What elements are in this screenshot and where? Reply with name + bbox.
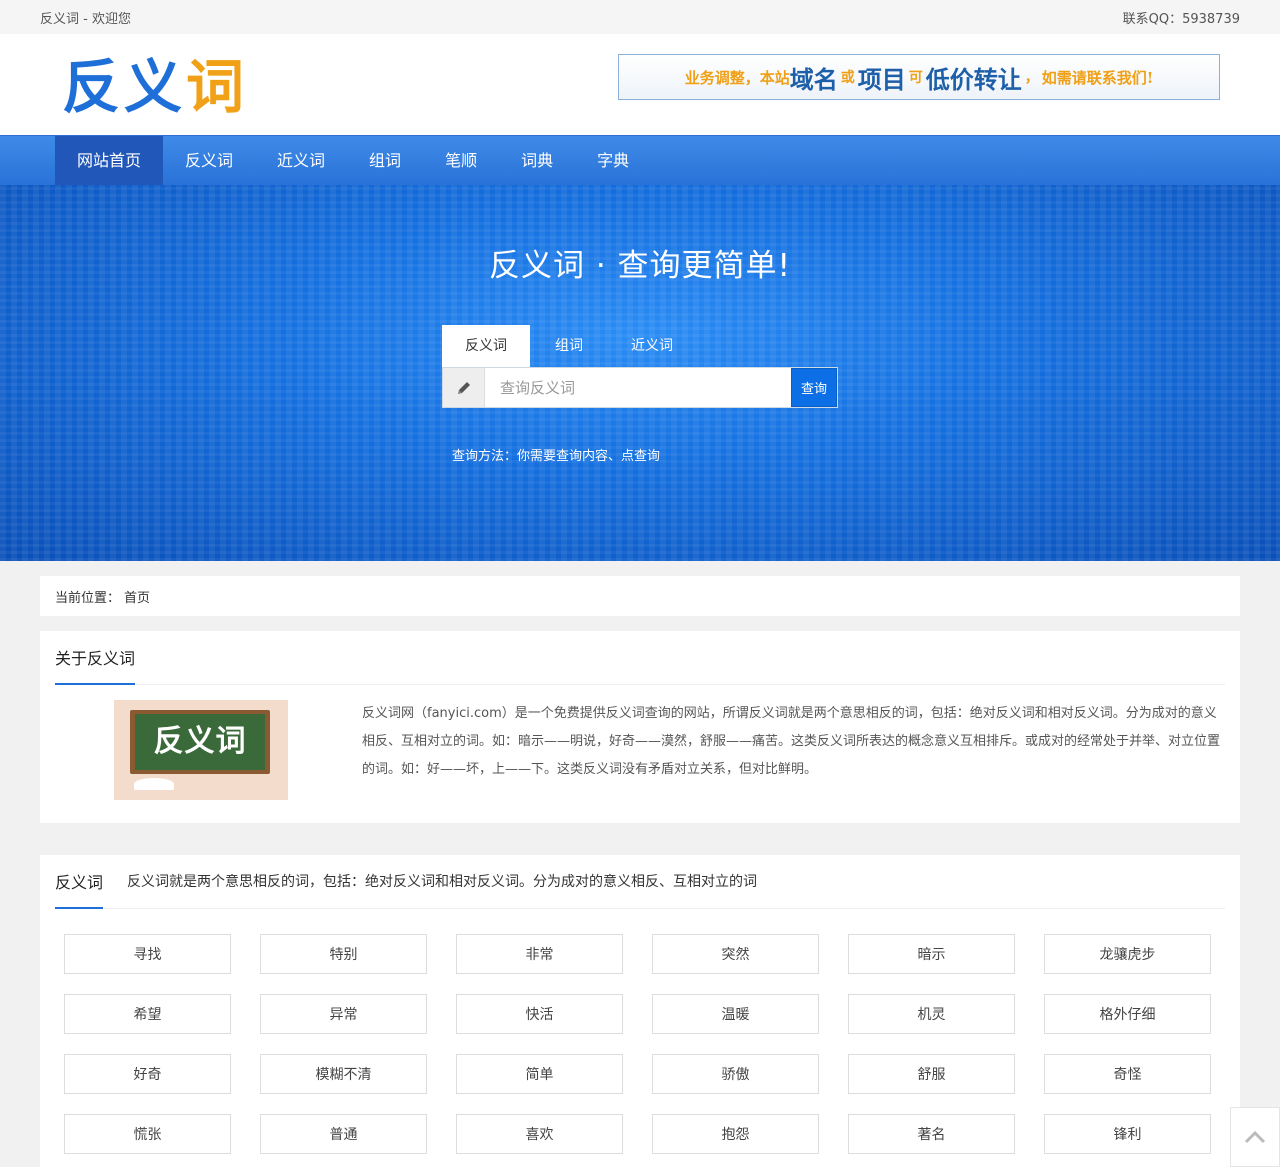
domain-sale-banner[interactable]: 业务调整，本站 域名 或 项目 可 低价转让 ， 如需请联系我们! <box>618 54 1220 100</box>
hero-search-section: 反义词 · 查询更简单! 反义词 组词 近义词 查询 查询方法：你需要查询内容、… <box>0 185 1280 561</box>
banner-seg-7: 如需请联系我们! <box>1041 68 1154 87</box>
nav-dictionary[interactable]: 词典 <box>499 136 575 186</box>
tab-antonyms[interactable]: 反义词 <box>442 325 530 367</box>
banner-seg-6: ， <box>1024 70 1039 86</box>
word-chip[interactable]: 奇怪 <box>1044 1054 1211 1094</box>
top-bar: 反义词 - 欢迎您 联系QQ：5938739 <box>0 0 1280 34</box>
search-input[interactable] <box>485 368 791 407</box>
word-chip[interactable]: 机灵 <box>848 994 1015 1034</box>
search-button[interactable]: 查询 <box>791 368 837 407</box>
chalkboard-text: 反义词 <box>135 714 265 770</box>
nav-home[interactable]: 网站首页 <box>55 136 164 186</box>
nav-character-dictionary[interactable]: 字典 <box>575 136 651 186</box>
about-title: 关于反义词 <box>55 645 136 685</box>
breadcrumb-home-link[interactable]: 首页 <box>124 587 150 606</box>
word-chip[interactable]: 骄傲 <box>652 1054 819 1094</box>
word-chip[interactable]: 著名 <box>848 1114 1015 1154</box>
word-chip[interactable]: 龙骧虎步 <box>1044 934 1211 974</box>
banner-seg-3: 项目 <box>857 64 906 94</box>
word-chip[interactable]: 格外仔细 <box>1044 994 1211 1034</box>
word-chip[interactable]: 寻找 <box>64 934 231 974</box>
word-chip[interactable]: 暗示 <box>848 934 1015 974</box>
word-chip[interactable]: 简单 <box>456 1054 623 1094</box>
banner-seg-5: 低价转让 <box>925 64 1022 94</box>
word-chip[interactable]: 普通 <box>260 1114 427 1154</box>
banner-seg-1: 域名 <box>789 64 838 94</box>
nav-antonyms[interactable]: 反义词 <box>163 136 255 186</box>
nav-word-groups[interactable]: 组词 <box>347 136 423 186</box>
banner-seg-4: 可 <box>908 70 923 86</box>
word-chip[interactable]: 锋利 <box>1044 1114 1211 1154</box>
header: 反义词 业务调整，本站 域名 或 项目 可 低价转让 ， 如需请联系我们! <box>0 34 1280 135</box>
logo-part-blue: 反义 <box>62 53 187 121</box>
words-header: 反义词 反义词就是两个意思相反的词，包括：绝对反义词和相对反义词。分为成对的意义… <box>55 869 1225 909</box>
word-chip[interactable]: 舒服 <box>848 1054 1015 1094</box>
about-section: 关于反义词 反义词 反义词网（fanyici.com）是一个免费提供反义词查询的… <box>40 631 1240 823</box>
word-chip[interactable]: 喜欢 <box>456 1114 623 1154</box>
word-chip[interactable]: 非常 <box>456 934 623 974</box>
pencil-icon <box>443 368 485 407</box>
tab-synonyms[interactable]: 近义词 <box>608 325 696 367</box>
about-description: 反义词网（fanyici.com）是一个免费提供反义词查询的网站，所谓反义词就是… <box>362 706 1221 777</box>
word-chip[interactable]: 希望 <box>64 994 231 1034</box>
welcome-text: 反义词 - 欢迎您 <box>40 11 131 27</box>
back-to-top-button[interactable] <box>1230 1107 1280 1167</box>
nav-synonyms[interactable]: 近义词 <box>255 136 347 186</box>
word-chip[interactable]: 快活 <box>456 994 623 1034</box>
banner-seg-2: 或 <box>840 70 855 86</box>
hero-title: 反义词 · 查询更简单! <box>489 248 791 284</box>
banner-seg-0: 业务调整，本站 <box>684 68 790 87</box>
contact-qq: 联系QQ：5938739 <box>1122 11 1240 27</box>
words-title[interactable]: 反义词 <box>55 869 104 909</box>
site-logo[interactable]: 反义词 <box>62 52 248 122</box>
word-chip[interactable]: 温暖 <box>652 994 819 1034</box>
tab-word-groups[interactable]: 组词 <box>530 325 608 367</box>
word-chip[interactable]: 异常 <box>260 994 427 1034</box>
main-nav: 网站首页 反义词 近义词 组词 笔顺 词典 字典 <box>0 135 1280 186</box>
search-hint: 查询方法：你需要查询内容、点查询 <box>452 449 661 464</box>
search-tabs: 反义词 组词 近义词 <box>442 325 696 367</box>
search-bar: 查询 <box>442 367 838 408</box>
words-description: 反义词就是两个意思相反的词，包括：绝对反义词和相对反义词。分为成对的意义相反、互… <box>127 874 757 890</box>
word-grid: 寻找 特别 非常 突然 暗示 龙骧虎步 希望 异常 快活 温暖 机灵 格外仔细 … <box>64 934 1211 1154</box>
breadcrumb-label: 当前位置： <box>55 590 121 606</box>
about-header: 关于反义词 <box>55 645 1225 685</box>
word-chip[interactable]: 抱怨 <box>652 1114 819 1154</box>
word-chip[interactable]: 慌张 <box>64 1114 231 1154</box>
word-chip[interactable]: 好奇 <box>64 1054 231 1094</box>
nav-stroke-order[interactable]: 笔顺 <box>423 136 499 186</box>
word-chip[interactable]: 突然 <box>652 934 819 974</box>
book-icon <box>134 778 174 790</box>
word-chip[interactable]: 模糊不清 <box>260 1054 427 1094</box>
chevron-up-icon <box>1244 1130 1266 1144</box>
logo-part-orange: 词 <box>186 53 249 121</box>
breadcrumb: 当前位置： 首页 <box>40 576 1240 616</box>
antonym-list-section: 反义词 反义词就是两个意思相反的词，包括：绝对反义词和相对反义词。分为成对的意义… <box>40 855 1240 1167</box>
chalkboard-image: 反义词 <box>114 700 288 800</box>
word-chip[interactable]: 特别 <box>260 934 427 974</box>
